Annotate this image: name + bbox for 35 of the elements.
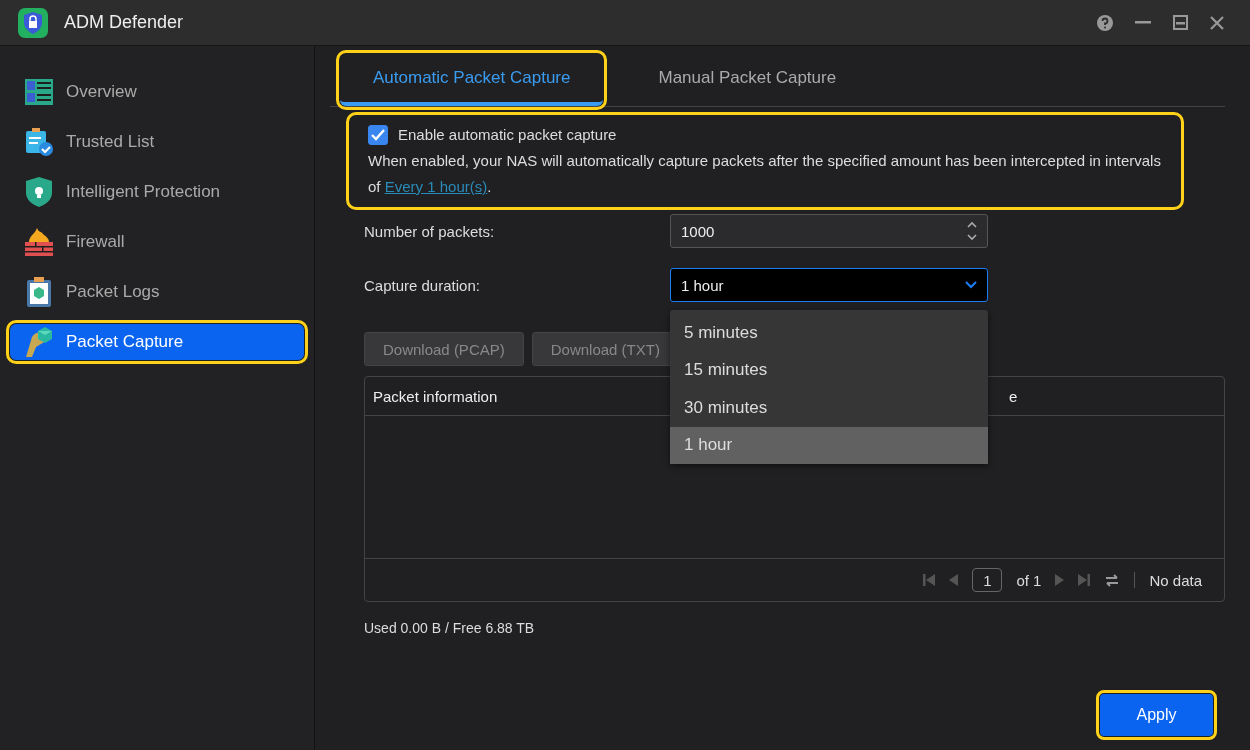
maximize-icon[interactable] [1173, 15, 1188, 30]
dropdown-field[interactable]: 1 hour [670, 268, 988, 302]
column-header: e [1009, 387, 1018, 405]
column-header: Packet information [372, 387, 499, 405]
firewall-icon [25, 228, 53, 256]
field-label: Number of packets: [364, 222, 496, 240]
refresh-icon[interactable] [1104, 572, 1121, 588]
field-label: Capture duration: [364, 276, 481, 294]
hand-cube-icon [24, 327, 54, 357]
checklist-icon [25, 128, 53, 156]
window-title: ADM Defender [64, 12, 185, 33]
tab[interactable]: Manual Packet Capture [625, 54, 870, 106]
sidebar-item[interactable]: Intelligent Protection [10, 174, 304, 210]
status-text: No data [1149, 571, 1202, 589]
number-spinner-field[interactable]: 1000 [670, 214, 988, 248]
page-count: of 1 [1016, 571, 1042, 589]
shield-icon [26, 177, 52, 207]
checkbox[interactable] [368, 125, 388, 145]
checkbox-label: Enable automatic packet capture [398, 125, 617, 145]
description-text: When enabled, your NAS will automatically capture packets after the specified amount has been intercepted in intervals of Every 1 hour(s). [368, 151, 1162, 197]
dropdown-option[interactable]: 30 minutes [670, 389, 988, 427]
sidebar-item[interactable]: Trusted List [10, 124, 304, 160]
sidebar-item[interactable]: Overview [10, 74, 304, 110]
spinner-arrows-icon[interactable] [967, 220, 977, 242]
chevron-icon [965, 281, 977, 289]
sidebar-item[interactable]: Packet Logs [10, 274, 304, 310]
storage-text: Used 0.00 B / Free 6.88 TB [364, 620, 536, 636]
clipboard-icon [27, 277, 51, 307]
close-icon[interactable] [1210, 15, 1224, 30]
list-icon [25, 79, 53, 105]
sidebar-item[interactable]: Firewall [10, 224, 304, 260]
help-icon[interactable] [1097, 14, 1113, 31]
app-logo-icon [18, 7, 48, 38]
dropdown-option[interactable]: 1 hour [670, 426, 988, 464]
page-number-field[interactable]: 1 [972, 568, 1003, 592]
